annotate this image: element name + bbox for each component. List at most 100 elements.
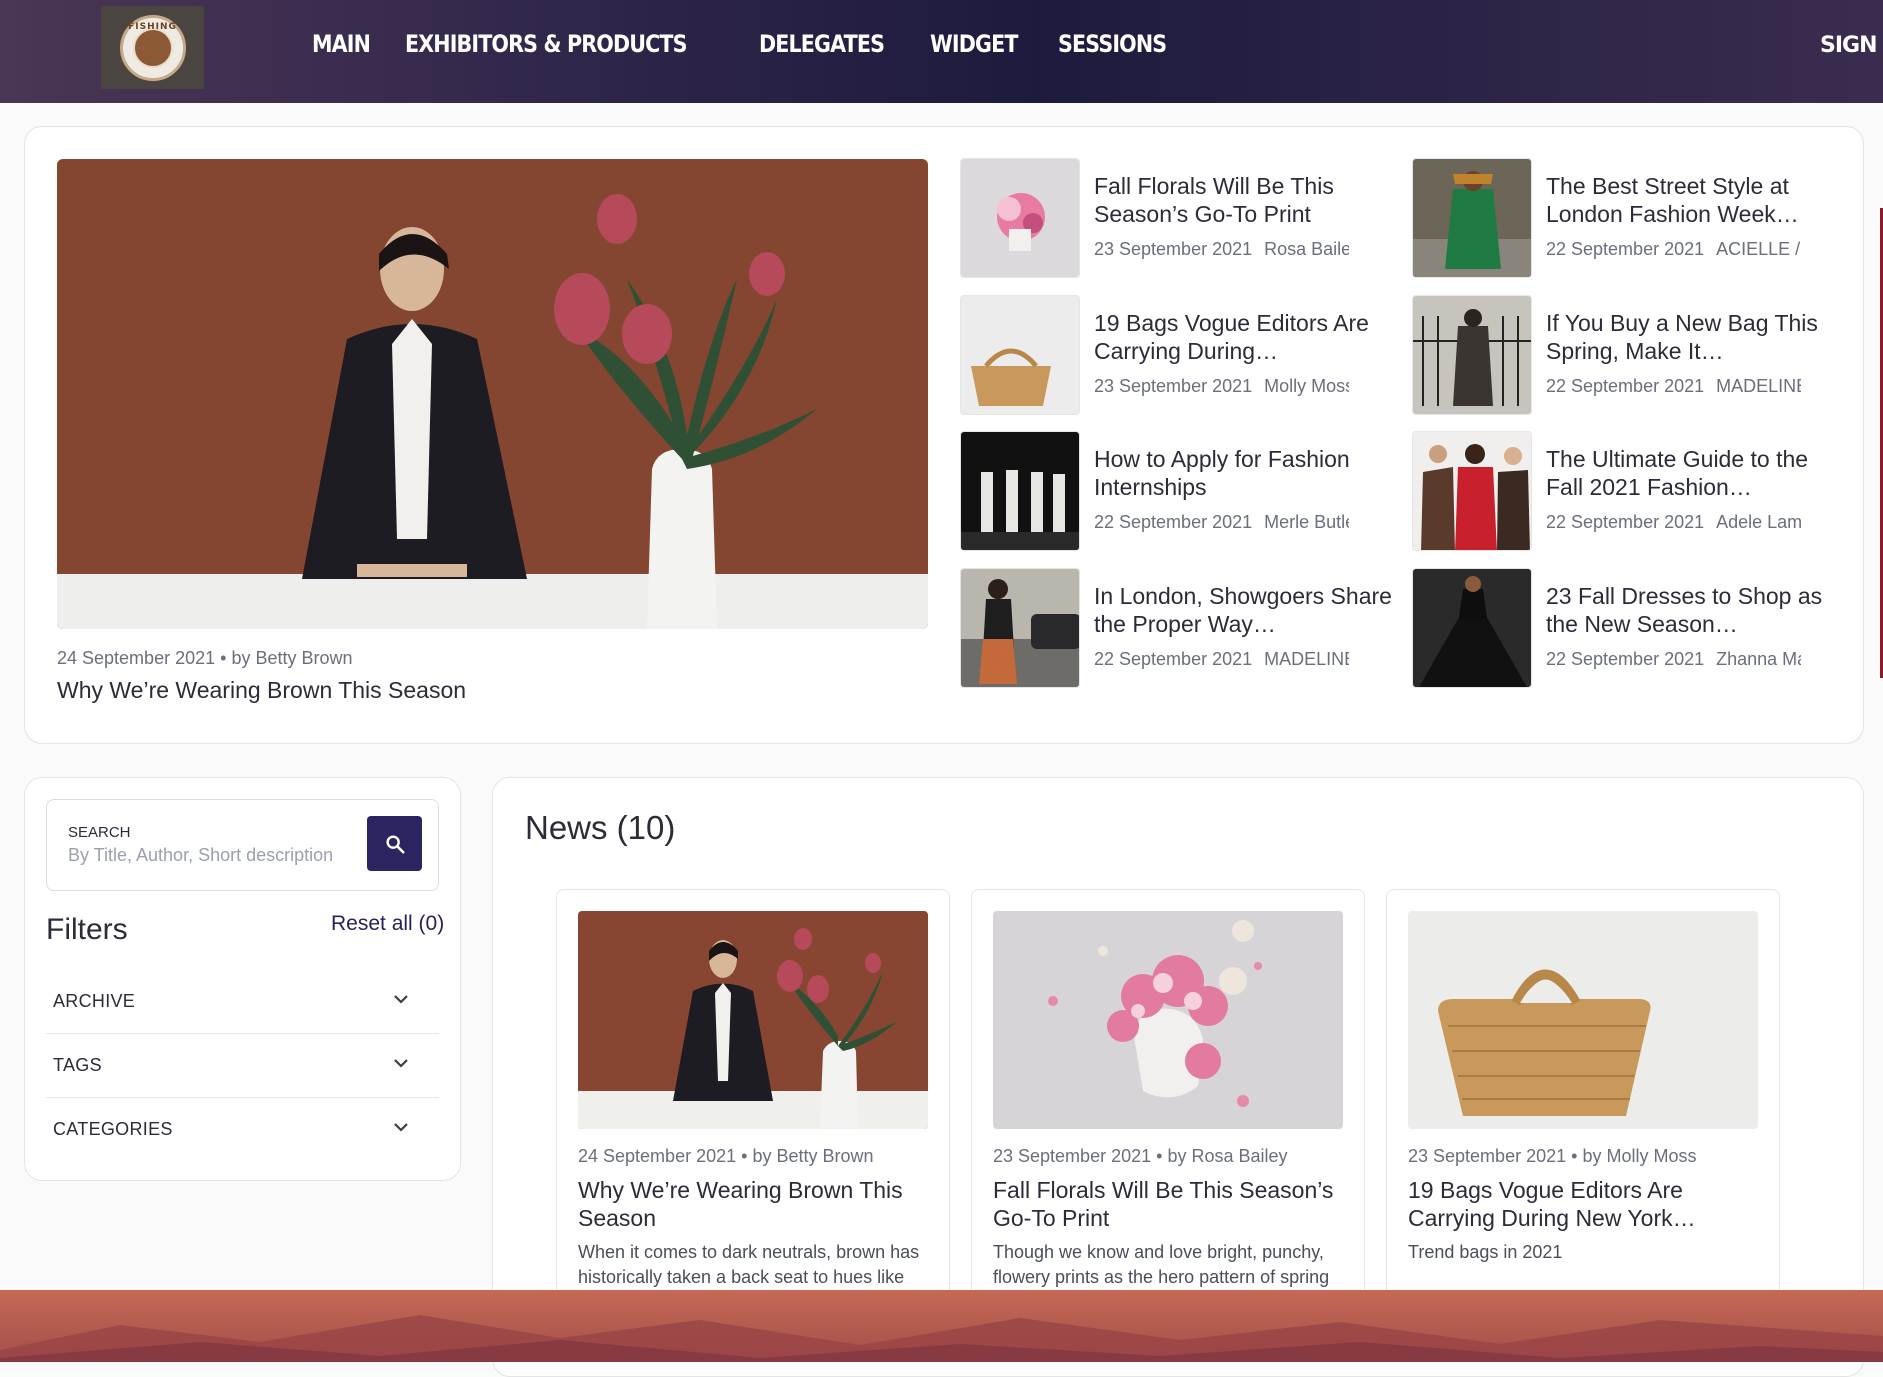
news-card-author: by Rosa Bailey: [1167, 1146, 1288, 1166]
news-card-description: Trend bags in 2021: [1408, 1242, 1563, 1262]
side-item-title: In London, Showgoers Share the Proper Wa…: [1094, 583, 1392, 637]
sign-in-link[interactable]: SIGN IN: [1820, 33, 1883, 58]
side-item-title: The Ultimate Guide to the Fall 2021 Fash…: [1546, 446, 1809, 500]
side-item-author: ACIELLE / STYLE DU MONDE: [1716, 239, 1801, 259]
nav-main[interactable]: MAIN: [312, 30, 371, 58]
article-thumbnail: [960, 431, 1080, 551]
featured-hero-image[interactable]: [57, 159, 928, 629]
filter-archive-label: ARCHIVE: [53, 991, 136, 1011]
nav-exhibitors-products[interactable]: EXHIBITORS & PRODUCTS: [405, 30, 687, 58]
nav-delegates[interactable]: DELEGATES: [759, 30, 885, 58]
site-logo[interactable]: FISHING: [101, 6, 204, 89]
side-item-author: Adele Lamb: [1716, 512, 1801, 532]
side-news-item[interactable]: The Best Street Style at London Fashion …: [1412, 158, 1852, 280]
featured-meta: 24 September 2021 • by Betty Brown: [57, 648, 353, 669]
search-button[interactable]: [367, 816, 422, 871]
side-item-meta: 22 September 2021 MADELINE FASS: [1094, 649, 1349, 670]
news-card-meta: 24 September 2021 • by Betty Brown: [578, 1146, 874, 1167]
side-item-meta: 22 September 2021 MADELINE FASS: [1546, 376, 1801, 397]
side-news-item[interactable]: In London, Showgoers Share the Proper Wa…: [960, 568, 1400, 690]
news-card-title: Why We’re Wearing Brown This Season: [578, 1177, 903, 1231]
news-card[interactable]: 23 September 2021 • by Rosa Bailey Fall …: [971, 889, 1365, 1349]
article-thumbnail: [1412, 158, 1532, 278]
side-item-author: MADELINE FASS: [1264, 649, 1349, 669]
search-label: SEARCH: [68, 824, 131, 841]
news-card[interactable]: 23 September 2021 • by Molly Moss 19 Bag…: [1386, 889, 1780, 1349]
filter-categories-label: CATEGORIES: [53, 1119, 173, 1139]
side-item-date: 22 September 2021: [1546, 376, 1705, 396]
featured-title[interactable]: Why We’re Wearing Brown This Season: [57, 677, 466, 704]
news-card-image: [578, 911, 928, 1129]
filter-tags[interactable]: TAGS: [46, 1033, 439, 1098]
news-card-date: 24 September 2021: [578, 1146, 737, 1166]
side-item-meta: 23 September 2021 Molly Moss: [1094, 376, 1349, 397]
side-item-title: 19 Bags Vogue Editors Are Carrying Durin…: [1094, 310, 1369, 364]
side-item-author: Merle Butler: [1264, 512, 1349, 532]
side-item-date: 22 September 2021: [1546, 649, 1705, 669]
search-input[interactable]: [68, 845, 358, 866]
news-card-meta: 23 September 2021 • by Molly Moss: [1408, 1146, 1696, 1167]
side-item-date: 22 September 2021: [1094, 649, 1253, 669]
side-item-author: Rosa Bailey: [1264, 239, 1349, 259]
side-item-title: Fall Florals Will Be This Season’s Go-To…: [1094, 173, 1334, 227]
side-item-title: The Best Street Style at London Fashion …: [1546, 173, 1799, 227]
nav-sessions[interactable]: SESSIONS: [1058, 30, 1167, 58]
news-card-date: 23 September 2021: [1408, 1146, 1567, 1166]
meta-separator: •: [1566, 1146, 1583, 1166]
news-card-title: Fall Florals Will Be This Season’s Go-To…: [993, 1177, 1334, 1231]
news-card-description: When it comes to dark neutrals, brown ha…: [578, 1242, 920, 1287]
filter-archive[interactable]: ARCHIVE: [46, 969, 439, 1034]
side-item-author: MADELINE FASS: [1716, 376, 1801, 396]
chevron-down-icon: [394, 1059, 408, 1068]
news-card-description: Though we know and love bright, punchy, …: [993, 1242, 1330, 1287]
side-news-item[interactable]: How to Apply for Fashion Internships 22 …: [960, 431, 1400, 553]
news-card-author: by Molly Moss: [1582, 1146, 1697, 1166]
article-thumbnail: [960, 158, 1080, 278]
side-news-item[interactable]: The Ultimate Guide to the Fall 2021 Fash…: [1412, 431, 1852, 553]
featured-author: by Betty Brown: [231, 648, 353, 668]
filters-title: Filters: [46, 913, 128, 946]
side-news-item[interactable]: 19 Bags Vogue Editors Are Carrying Durin…: [960, 295, 1400, 417]
article-thumbnail: [1412, 568, 1532, 688]
side-item-date: 23 September 2021: [1094, 239, 1253, 259]
article-thumbnail: [960, 295, 1080, 415]
side-item-date: 23 September 2021: [1094, 376, 1253, 396]
side-item-meta: 23 September 2021 Rosa Bailey: [1094, 239, 1349, 260]
news-card-image: [993, 911, 1343, 1129]
logo-emblem-icon: FISHING: [119, 14, 186, 81]
side-item-title: 23 Fall Dresses to Shop as the New Seaso…: [1546, 583, 1823, 637]
featured-date: 24 September 2021: [57, 648, 216, 668]
filter-tags-label: TAGS: [53, 1055, 102, 1075]
side-item-author: Molly Moss: [1264, 376, 1349, 396]
chevron-down-icon: [394, 1123, 408, 1132]
news-card-meta: 23 September 2021 • by Rosa Bailey: [993, 1146, 1288, 1167]
article-thumbnail: [1412, 295, 1532, 415]
news-card-image: [1408, 911, 1758, 1129]
side-item-meta: 22 September 2021 Adele Lamb: [1546, 512, 1801, 533]
news-card-date: 23 September 2021: [993, 1146, 1152, 1166]
logo-text: FISHING: [128, 21, 177, 32]
side-news-item[interactable]: 23 Fall Dresses to Shop as the New Seaso…: [1412, 568, 1852, 690]
side-item-title: If You Buy a New Bag This Spring, Make I…: [1546, 310, 1818, 364]
side-news-item[interactable]: Fall Florals Will Be This Season’s Go-To…: [960, 158, 1400, 280]
news-card-author: by Betty Brown: [752, 1146, 874, 1166]
article-thumbnail: [960, 568, 1080, 688]
top-navigation-bar: FISHING MAIN EXHIBITORS & PRODUCTS DELEG…: [0, 0, 1883, 103]
side-item-date: 22 September 2021: [1546, 512, 1705, 532]
side-item-meta: 22 September 2021 Merle Butler: [1094, 512, 1349, 533]
meta-separator: •: [220, 648, 232, 668]
side-item-meta: 22 September 2021 Zhanna Mashkova: [1546, 649, 1801, 670]
meta-separator: •: [736, 1146, 753, 1166]
side-item-date: 22 September 2021: [1546, 239, 1705, 259]
filter-categories[interactable]: CATEGORIES: [46, 1097, 439, 1161]
nav-widget[interactable]: WIDGET: [930, 30, 1018, 58]
chevron-down-icon: [394, 995, 408, 1004]
article-thumbnail: [1412, 431, 1532, 551]
news-card[interactable]: 24 September 2021 • by Betty Brown Why W…: [556, 889, 950, 1349]
reset-all-link[interactable]: Reset all (0): [331, 912, 444, 936]
news-title: News (10): [525, 809, 676, 846]
main-nav: MAIN EXHIBITORS & PRODUCTS DELEGATES WID…: [312, 30, 1210, 58]
side-news-item[interactable]: If You Buy a New Bag This Spring, Make I…: [1412, 295, 1852, 417]
side-item-title: How to Apply for Fashion Internships: [1094, 446, 1350, 500]
footer-mountain-banner: [0, 1290, 1883, 1362]
